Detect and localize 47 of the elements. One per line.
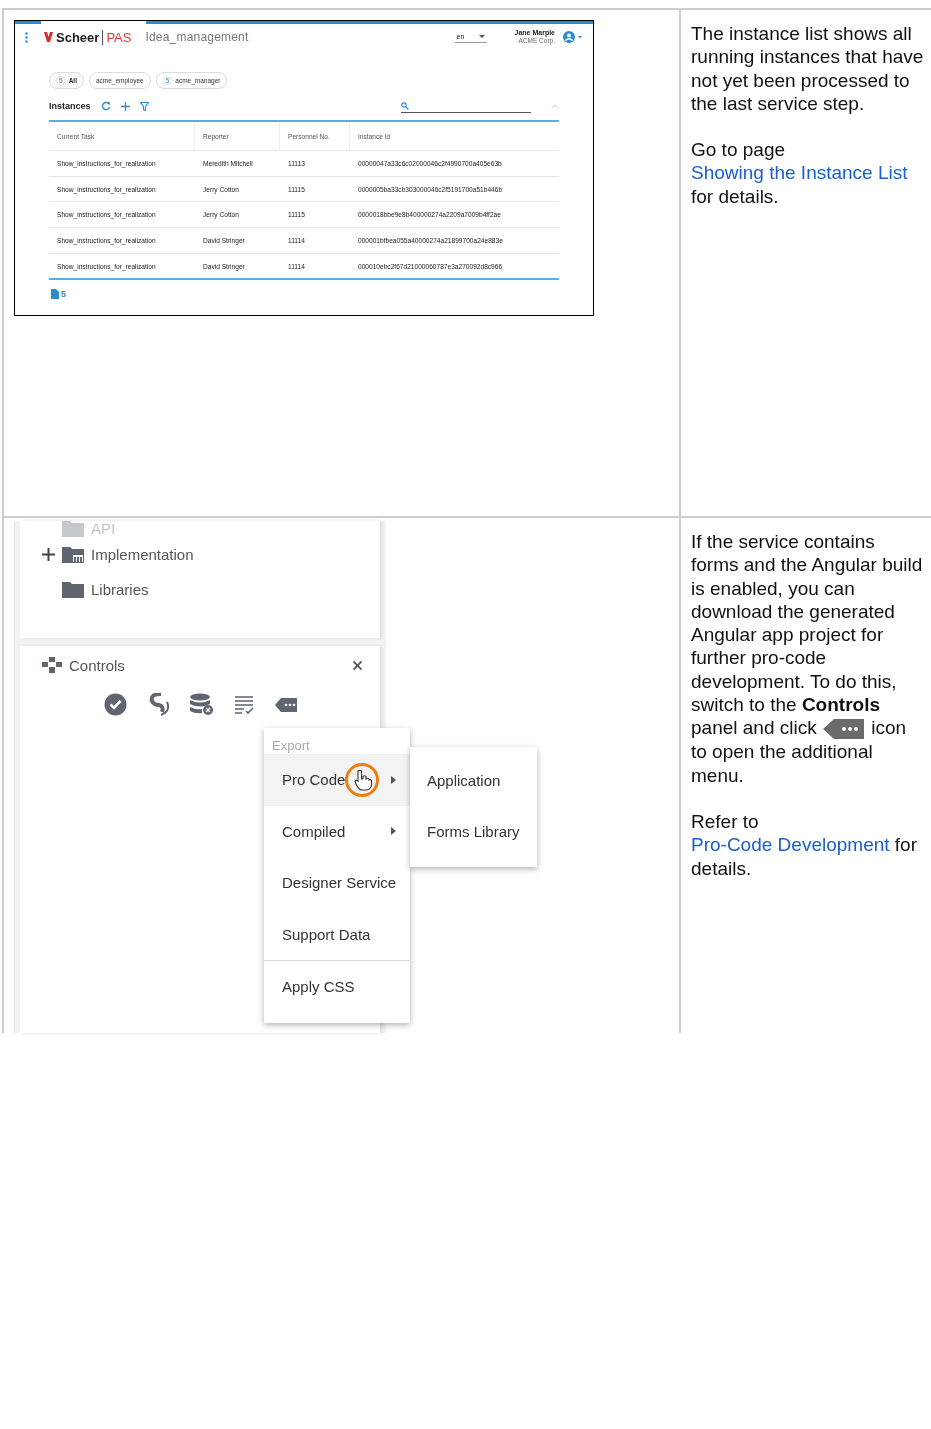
submenu-arrow-icon [391,775,396,784]
kebab-menu-icon[interactable] [25,31,28,43]
menu-item[interactable]: Apply CSS [264,961,410,1013]
logo-mark-icon [44,32,53,42]
controls-icon [42,657,62,673]
folder-icon [62,546,84,563]
avatar-icon[interactable] [563,31,583,43]
document-icon [51,289,59,300]
more-tag-icon [821,718,866,741]
database-remove-icon[interactable] [190,693,214,716]
menu-item[interactable]: Compiled [264,805,410,857]
expand-plus-icon[interactable] [42,548,55,561]
menu-item[interactable]: Pro Code [264,754,410,806]
refresh-icon[interactable] [100,101,111,111]
folder-icon [62,581,84,598]
more-tag-icon[interactable] [274,696,298,713]
paragraph: Refer to Pro-Code Development for details. [691,809,918,880]
close-icon[interactable] [353,660,362,670]
dropdown-caret-icon [478,34,485,39]
app-title: Idea_management [145,30,249,44]
filter-icon[interactable] [139,101,149,111]
add-icon[interactable] [120,101,130,111]
tree-item[interactable]: Libraries [91,581,149,598]
link[interactable]: Showing the Instance List [691,162,908,184]
paragraph: Go to page Showing the Instance List for details. [691,138,909,209]
menu-section-label: Export [271,738,311,754]
product-name: PAS [102,29,132,45]
search-field[interactable] [401,99,531,113]
search-icon [401,101,409,110]
folder-icon [62,521,84,537]
submenu-item[interactable]: Forms Library [410,806,537,857]
panel-title: Controls [69,656,125,674]
instance-count: 5 [61,289,66,300]
check-circle-icon[interactable] [104,693,127,716]
submenu-arrow-icon [391,827,396,836]
tree-item[interactable]: Implementation [91,546,194,563]
list-check-icon[interactable] [234,694,254,715]
paragraph: The instance list shows all running instances that have not yet been processed to the last service step. [691,22,925,116]
menu-item[interactable]: Support Data [264,908,410,960]
swirl-icon[interactable] [147,693,170,716]
submenu-item[interactable]: Application [410,755,537,806]
menu-item[interactable]: Designer Service [264,857,410,909]
link[interactable]: Pro-Code Development [691,834,890,856]
hand-cursor-icon [344,762,380,798]
section-title: Instances [49,101,91,111]
paragraph: If the service contains forms and the Angular build is enabled, you can download the generated Angular app project for further pro-code development. To do this, switch to the Controls panel and click icon to open the additional menu. [691,530,924,787]
brand-name: Scheer [56,29,100,45]
